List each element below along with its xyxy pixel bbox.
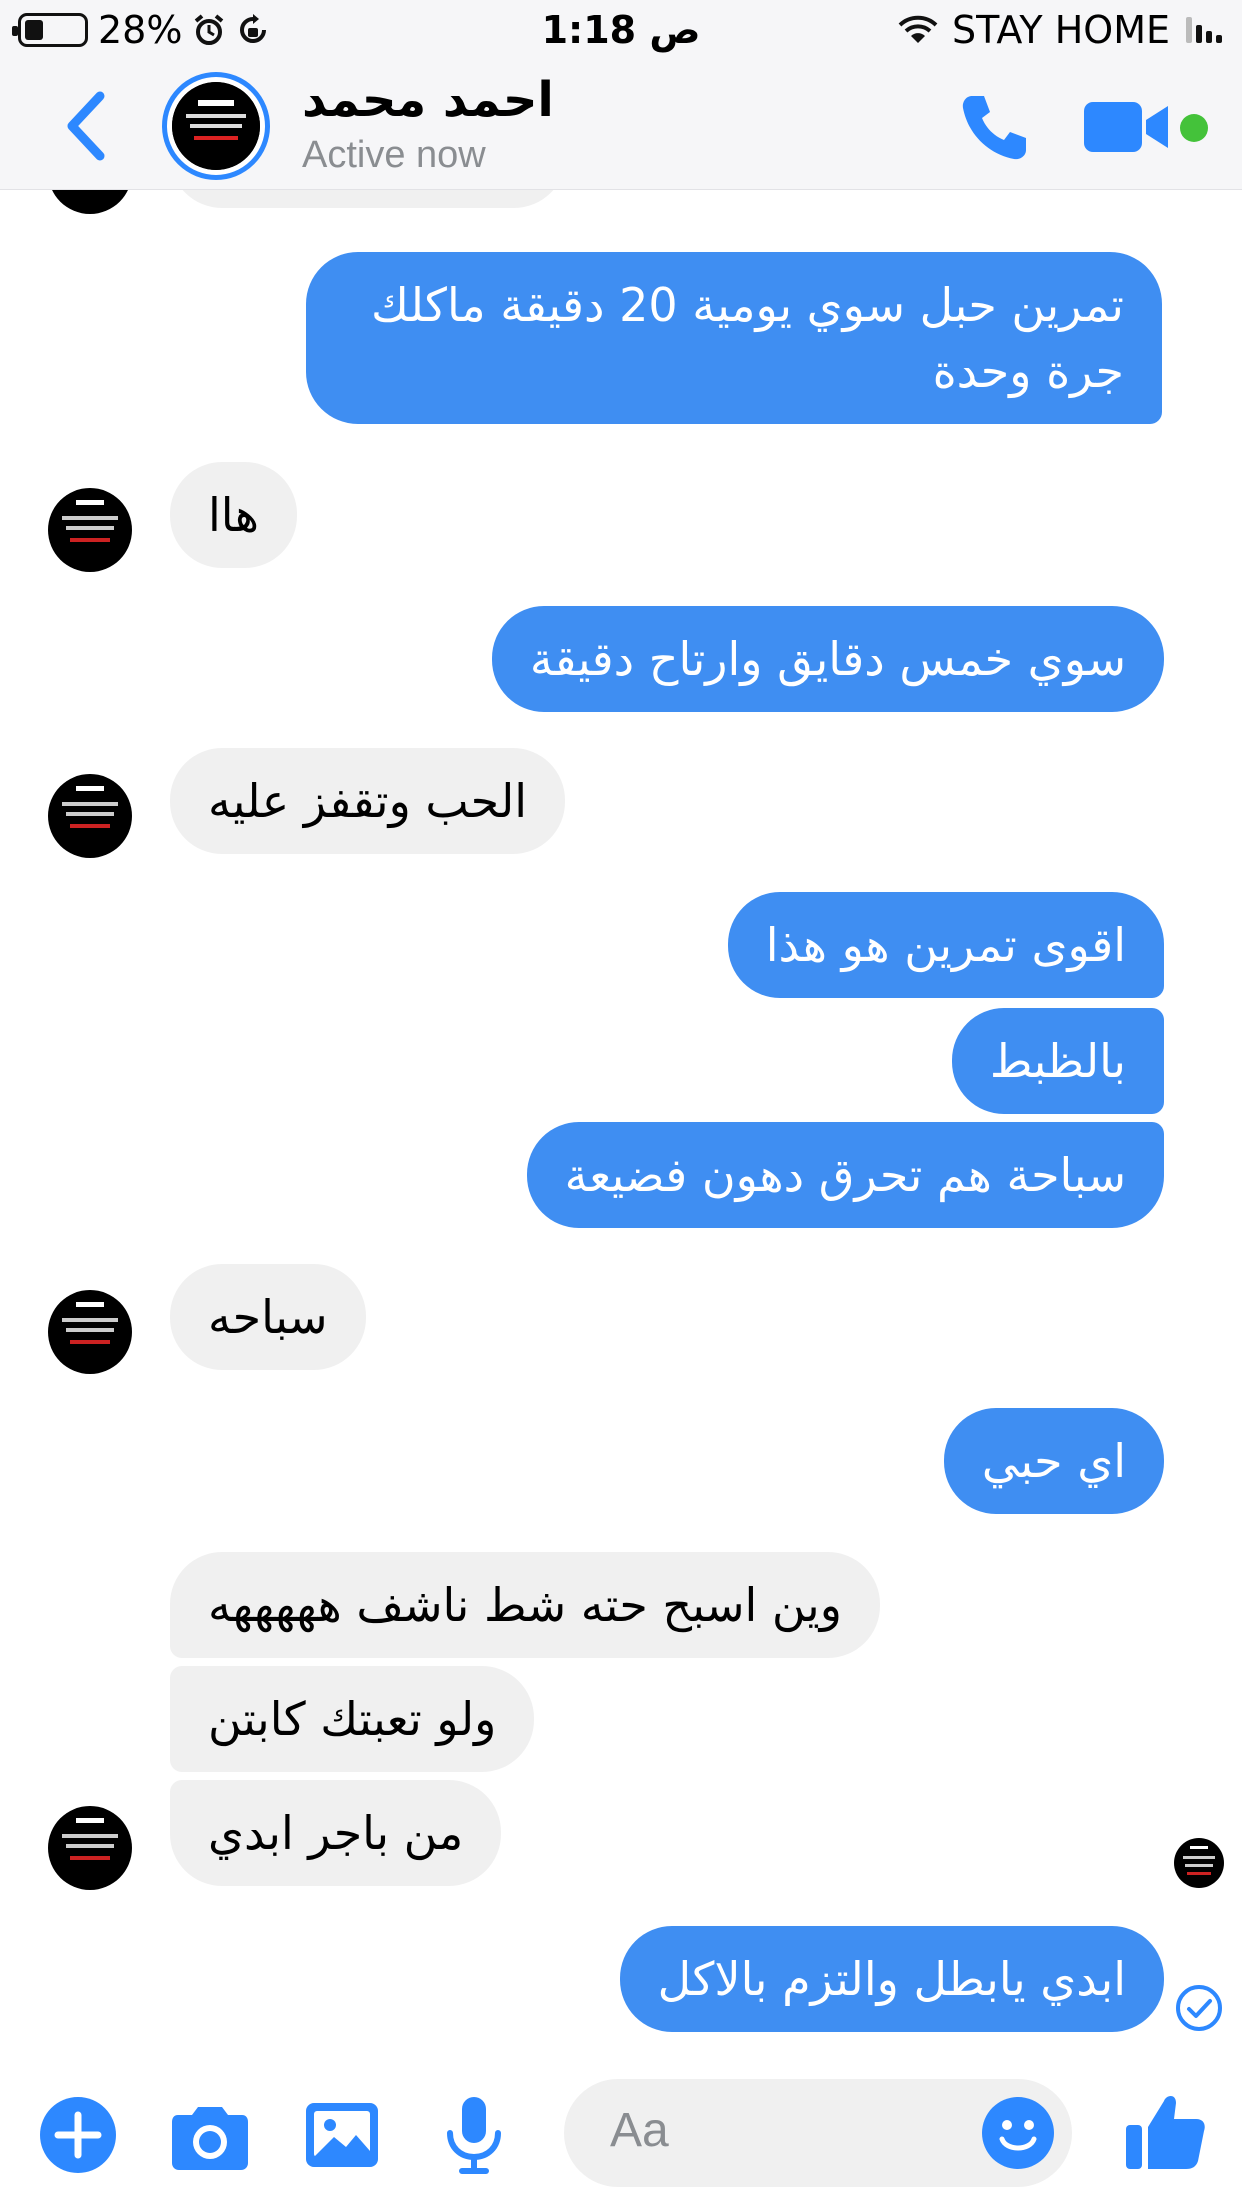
conversation-nav: احمد محمد Active now	[0, 62, 1242, 190]
contact-avatar-small	[48, 488, 132, 572]
message-bubble-outgoing[interactable]: ابدي يابطل والتزم بالاكل	[619, 1926, 1164, 2032]
wifi-icon	[898, 15, 938, 45]
message-input-placeholder: Aa	[610, 2104, 669, 2157]
camera-icon[interactable]	[170, 2095, 250, 2175]
plus-icon[interactable]	[38, 2095, 118, 2175]
emoji-icon[interactable]	[980, 2095, 1056, 2171]
back-chevron-icon[interactable]	[56, 90, 116, 162]
message-bubble-incoming[interactable]: هاا	[170, 462, 298, 568]
message-bubble-incoming[interactable]: سباحه	[170, 1264, 366, 1370]
message-bubble-outgoing[interactable]: اي حبي	[943, 1408, 1164, 1514]
message-bubble-incoming[interactable]: الحب وتقفز عليه	[170, 748, 566, 854]
message-bubble-outgoing[interactable]: سوي خمس دقايق وارتاح دقيقة	[491, 606, 1164, 712]
contact-avatar-small	[48, 774, 132, 858]
message-bubble-incoming[interactable]: من باجر ابدي	[170, 1780, 502, 1886]
contact-name: احمد محمد	[302, 72, 554, 128]
contact-avatar-small	[48, 1806, 132, 1890]
message-bubble-outgoing[interactable]: سباحة هم تحرق دهون فضيعة	[526, 1122, 1164, 1228]
message-composer: Aa	[0, 2065, 1242, 2208]
message-list: تمرين حبل سوي يومية 20 دقيقة ماكلك جرة و…	[0, 190, 1242, 2065]
contact-status: Active now	[302, 134, 486, 176]
contact-avatar-small	[48, 190, 132, 214]
phone-icon[interactable]	[958, 90, 1032, 164]
gallery-icon[interactable]	[302, 2095, 382, 2175]
message-bubble-outgoing[interactable]: اقوى تمرين هو هذا	[727, 892, 1164, 998]
seen-receipt-avatar	[1174, 1838, 1224, 1888]
message-bubble-incoming[interactable]	[170, 190, 566, 208]
messenger-chat-screen: 28% 1:18 ص STAY HOME احمد محمد Active no…	[0, 0, 1242, 2208]
sent-check-icon	[1174, 1983, 1224, 2033]
thumbs-up-icon[interactable]	[1124, 2089, 1208, 2173]
microphone-icon[interactable]	[434, 2095, 514, 2175]
signal-icon	[1184, 15, 1224, 45]
online-indicator	[1180, 114, 1208, 142]
message-bubble-incoming[interactable]: ولو تعبتك كابتن	[170, 1666, 535, 1772]
message-bubble-outgoing[interactable]: تمرين حبل سوي يومية 20 دقيقة ماكلك جرة و…	[306, 252, 1162, 424]
contact-avatar[interactable]	[162, 72, 270, 180]
status-bar: 28% 1:18 ص STAY HOME	[0, 0, 1242, 62]
message-bubble-outgoing[interactable]: بالظبط	[951, 1008, 1164, 1114]
message-bubble-incoming[interactable]: وين اسبح حته شط ناشف هههههه	[170, 1552, 880, 1658]
carrier-name: STAY HOME	[952, 8, 1170, 52]
video-camera-icon[interactable]	[1084, 98, 1170, 156]
message-input[interactable]: Aa	[564, 2079, 1072, 2187]
chat-header: 28% 1:18 ص STAY HOME احمد محمد Active no…	[0, 0, 1242, 190]
status-right: STAY HOME	[898, 8, 1224, 52]
contact-avatar-small	[48, 1290, 132, 1374]
